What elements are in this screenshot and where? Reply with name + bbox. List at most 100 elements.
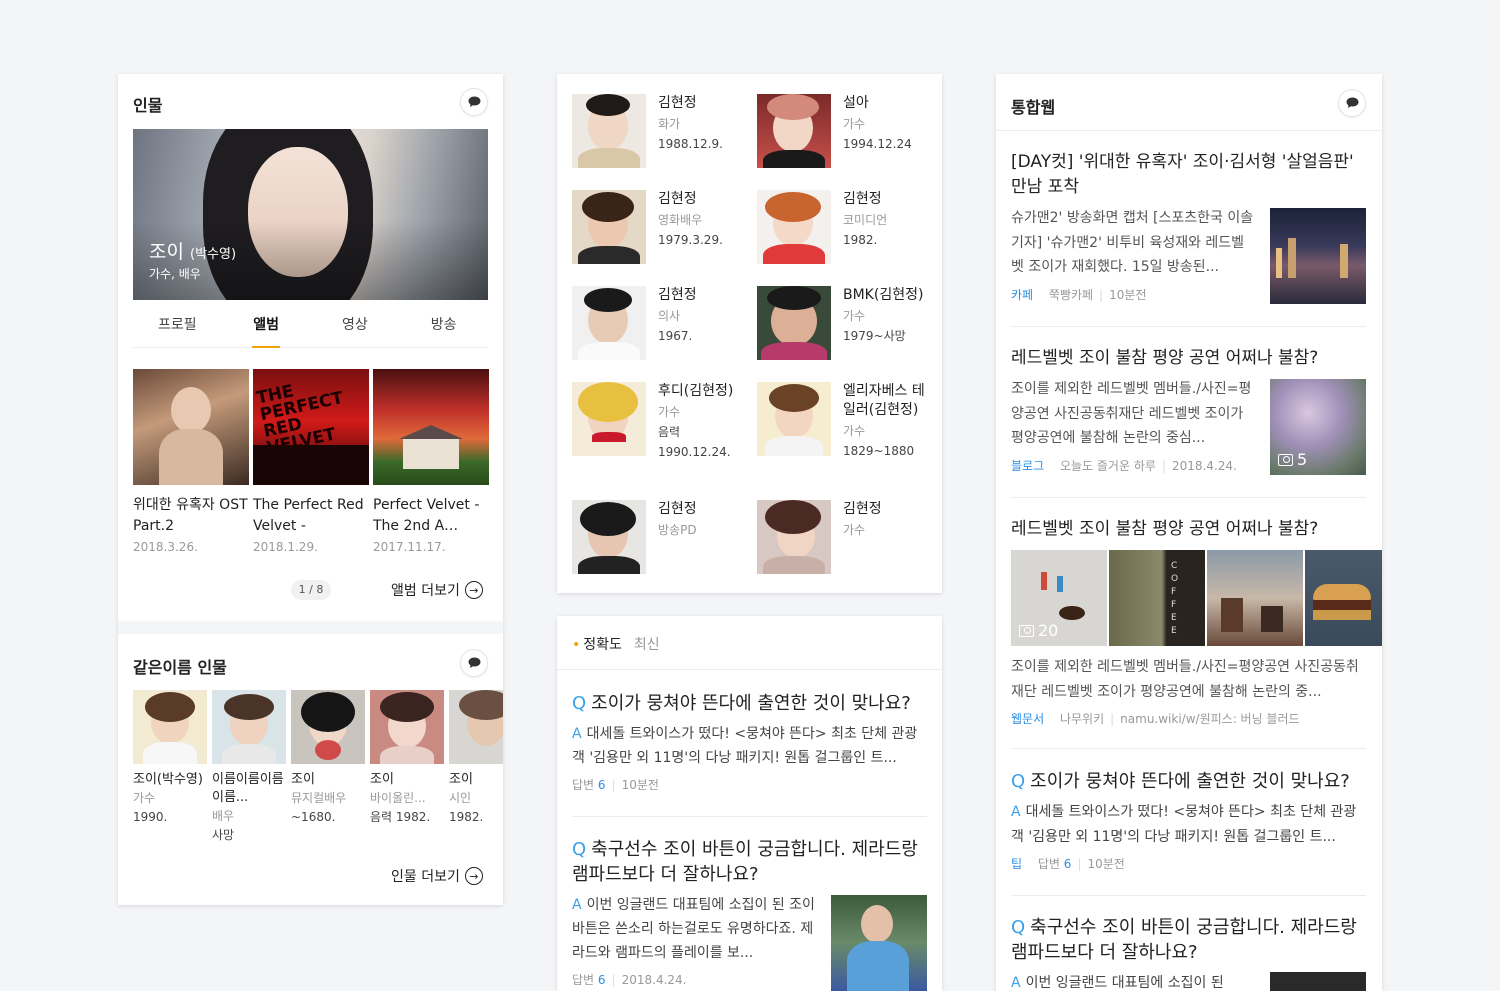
person-photo [572, 382, 646, 456]
person-birth: 1982. [843, 233, 878, 247]
person-name: 김현정 [658, 501, 697, 517]
result-gallery[interactable]: 20 COFFEE [1011, 550, 1382, 646]
person-job: 배우 [212, 809, 235, 823]
camera-icon [1278, 453, 1293, 466]
person-name: BMK(김현정) [843, 287, 924, 303]
chat-icon[interactable] [460, 88, 488, 116]
result-type: 웹문서 [1011, 712, 1045, 726]
person-name: 이름이름이름이름... [212, 772, 284, 805]
qa-item[interactable]: Q 조이가 뭉쳐야 뜬다에 출연한 것이 맞나요? A 대세돌 트와이스가 떴다! … [572, 691, 927, 793]
album-more-link[interactable]: 앨범 더보기 → [391, 580, 483, 600]
same-name-person[interactable]: 조이 바이올린... 음력 1982. [370, 690, 444, 827]
result-title: 레드벨벳 조이 불참 평양 공연 어쩌나 불참? [1011, 519, 1319, 539]
person-job: 바이올린... [370, 791, 426, 805]
person-name: 설아 [843, 95, 869, 111]
result-title: 축구선수 조이 바튼이 궁금합니다. 제라드랑 램파드보다 더 잘하나요? [1011, 917, 1357, 963]
person-birth: 음력 1990.12.24. [658, 425, 731, 459]
person-entry[interactable]: 김현정 코미디언 1982. [757, 190, 927, 280]
person-name: 조이 [291, 772, 315, 787]
people-grid-card: 김현정 화가 1988.12.9. 설아 가수 1994.12.24 김현정 영화배우 19… [557, 74, 942, 593]
result-type: 팁 [1011, 857, 1023, 871]
person-name: 후디(김현정) [658, 383, 734, 399]
photo-count: 5 [1278, 450, 1307, 469]
person-entry[interactable]: 김현정 가수 [757, 500, 927, 590]
question-text: 축구선수 조이 바튼이 궁금합니다. 제라드랑 램파드보다 더 잘하나요? [572, 839, 918, 885]
person-photo [212, 690, 286, 764]
gallery-image [1207, 550, 1303, 646]
gallery-image: COFFEE [1109, 550, 1205, 646]
person-year: ~1680. [291, 810, 336, 824]
result-thumbnail[interactable] [1270, 208, 1366, 304]
person-photo [572, 500, 646, 574]
person-name: 김현정 [658, 287, 697, 303]
album-cover [133, 369, 249, 485]
tab-broadcast[interactable]: 방송 [399, 314, 488, 347]
person-photo [449, 690, 503, 764]
person-photo [757, 382, 831, 456]
tab-album[interactable]: 앨범 [222, 314, 311, 348]
album-item[interactable]: Perfect Velvet - The 2nd A… 2017.11.17. [373, 369, 489, 554]
result-snippet: 슈가맨2' 방송화면 캡처 [스포츠한국 이솔 기자] '슈가맨2' 비투비 육… [1011, 210, 1254, 275]
result-type: 카페 [1011, 287, 1034, 302]
web-result[interactable]: 레드벨벳 조이 불참 평양 공연 어쩌나 불참? [1011, 517, 1366, 542]
question-mark-icon: Q [572, 693, 587, 714]
person-name: 조이 [370, 772, 394, 787]
album-date: 2018.1.29. [253, 540, 318, 554]
tab-profile[interactable]: 프로필 [133, 314, 222, 347]
result-title: 조이가 뭉쳐야 뜬다에 출연한 것이 맞나요? [1030, 771, 1350, 792]
person-job: 가수 [843, 309, 866, 323]
person-photo [757, 190, 831, 264]
person-entry[interactable]: BMK(김현정) 가수 1979~사망 [757, 286, 927, 376]
answer-label: 답변 [572, 973, 595, 987]
album-title: Perfect Velvet - The 2nd A… [373, 497, 480, 534]
person-more-link[interactable]: 인물 더보기 → [391, 866, 483, 886]
qa-card: 정확도 최신 Q조이가 뭉쳐야 뜬다에 출연한 것이 맞나요? A대세돌 트와이스… [557, 616, 942, 991]
qa-thumbnail[interactable] [831, 895, 927, 991]
result-snippet: 이번 잉글랜드 대표팀에 소집이 된 [1025, 975, 1224, 991]
question-mark-icon: Q [572, 839, 587, 860]
question-mark-icon: Q [1011, 917, 1026, 938]
answer-text: 이번 잉글랜드 대표팀에 소집이 된 조이바튼은 쓴소리 하는걸로도 유명하다죠… [572, 897, 815, 961]
same-name-person[interactable]: 조이 뮤지컬배우 ~1680. [291, 690, 365, 827]
person-photo [757, 94, 831, 168]
person-name: 조이(박수영) [133, 772, 203, 787]
web-result[interactable]: Q 조이가 뭉쳐야 뜬다에 출연한 것이 맞나요? A 대세돌 트와이스가 떴다! … [1011, 769, 1366, 872]
result-thumbnail[interactable]: 5 [1270, 379, 1366, 475]
person-entry[interactable]: 엘리자베스 테일러(김현정) 가수 1829~1880 [757, 382, 927, 472]
person-more-label: 인물 더보기 [391, 869, 460, 885]
person-job: 시인 [449, 791, 472, 805]
tab-video[interactable]: 영상 [311, 314, 400, 347]
gallery-image: 20 [1011, 550, 1107, 646]
result-time: 10분전 [1109, 287, 1147, 302]
answer-mark-icon: A [572, 897, 582, 913]
person-entry[interactable]: 김현정 영화배우 1979.3.29. [572, 190, 742, 280]
album-item[interactable]: THE PERFECT RED VELVET The Perfect Red Ve… [253, 369, 369, 554]
person-name: 김현정 [658, 95, 697, 111]
chat-icon[interactable] [1338, 89, 1366, 117]
album-item[interactable]: 위대한 유혹자 OST Part.2 2018.3.26. [133, 369, 249, 554]
result-snippet: 조이를 제외한 레드벨벳 멤버들./사진=평양공연 사진공동취재단 레드벨벳 조… [1011, 659, 1359, 700]
person-name: 엘리자베스 테일러(김현정) [843, 383, 925, 418]
person-birth: 1967. [658, 329, 693, 343]
section-title-same-name: 같은이름 인물 [133, 658, 227, 677]
person-job: 영화배우 [658, 213, 703, 227]
person-entry[interactable]: 김현정 화가 1988.12.9. [572, 94, 742, 184]
person-entry[interactable]: 후디(김현정) 가수음력 1990.12.24. [572, 382, 742, 472]
sort-accuracy[interactable]: 정확도 [572, 637, 622, 653]
sort-latest[interactable]: 최신 [634, 637, 660, 653]
person-year: 음력 1982. [370, 810, 431, 824]
person-job: 가수 [658, 405, 681, 419]
person-entry[interactable]: 김현정 의사 1967. [572, 286, 742, 376]
person-entry[interactable]: 설아 가수 1994.12.24 [757, 94, 927, 184]
result-thumbnail[interactable] [1270, 972, 1366, 991]
web-result-detail[interactable]: 조이를 제외한 레드벨벳 멤버들./사진=평양공연 사진공동취재단 레드벨벳 조… [1011, 655, 1366, 727]
same-name-person[interactable]: 조이(박수영) 가수 1990. [133, 690, 207, 827]
chat-icon[interactable] [460, 649, 488, 677]
hero-image[interactable]: 조이 (박수영) 가수, 배우 [133, 129, 488, 300]
album-title: The Perfect Red Velvet - [253, 497, 364, 534]
same-name-person[interactable]: 이름이름이름이름... 배우 사망 [212, 690, 286, 845]
person-job: 방송PD [658, 523, 697, 537]
person-entry[interactable]: 김현정방송PD [572, 500, 742, 590]
person-birth: 1988.12.9. [658, 137, 723, 151]
same-name-person[interactable]: 조이 시인 1982. [449, 690, 503, 827]
